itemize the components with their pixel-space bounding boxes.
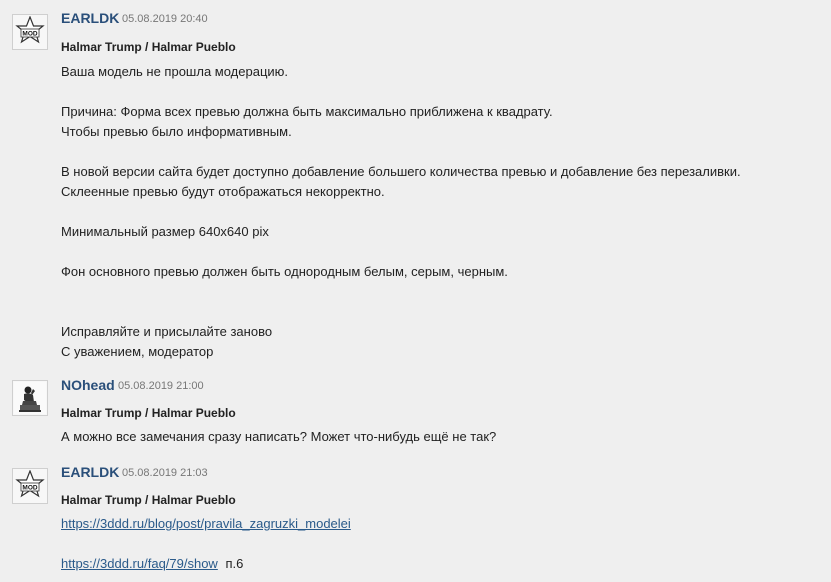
message-date: 05.08.2019 21:00 (118, 380, 204, 392)
message-line: https://3ddd.ru/blog/post/pravila_zagruz… (61, 514, 351, 534)
message-line: Склеенные превью будут отображаться неко… (61, 184, 385, 199)
message-line (61, 534, 351, 554)
message-body: https://3ddd.ru/blog/post/pravila_zagruz… (61, 514, 351, 574)
message-line: А можно все замечания сразу написать? Мо… (61, 429, 497, 444)
moderator-star-badge-icon: MOD (15, 16, 45, 44)
message-line (61, 82, 741, 102)
message-body: А можно все замечания сразу написать? Мо… (61, 427, 496, 447)
author-name[interactable]: EARLDK (61, 464, 119, 480)
thinker-statue-icon (14, 382, 46, 414)
faq-link-suffix: п.6 (225, 556, 244, 571)
message-line (61, 302, 741, 322)
avatar[interactable]: MOD (12, 468, 48, 504)
message-subject: Halmar Trump / Halmar Pueblo (61, 406, 236, 420)
message-line: Фон основного превью должен быть однород… (61, 264, 508, 279)
avatar-text: MOD (22, 485, 37, 492)
message-line: С уважением, модератор (61, 344, 214, 359)
message-subject: Halmar Trump / Halmar Pueblo (61, 40, 236, 54)
message-line (61, 202, 741, 222)
message-date: 05.08.2019 20:40 (122, 13, 208, 25)
message-line (61, 142, 741, 162)
avatar[interactable] (12, 380, 48, 416)
message-line: https://3ddd.ru/faq/79/show п.6 (61, 554, 351, 574)
message-line: Исправляйте и присылайте заново (61, 324, 273, 339)
moderator-star-badge-icon: MOD (15, 470, 45, 498)
message-body: Ваша модель не прошла модерацию. Причина… (61, 62, 741, 362)
blog-rules-link[interactable]: https://3ddd.ru/blog/post/pravila_zagruz… (61, 516, 351, 531)
avatar-text: MOD (22, 31, 37, 38)
message-line (61, 242, 741, 262)
message-line: Минимальный размер 640x640 pix (61, 224, 269, 239)
message-line: Чтобы превью было информативным. (61, 124, 292, 139)
message-date: 05.08.2019 21:03 (122, 467, 208, 479)
message-subject: Halmar Trump / Halmar Pueblo (61, 493, 236, 507)
message-line: В новой версии сайта будет доступно доба… (61, 164, 741, 179)
author-name[interactable]: NOhead (61, 377, 115, 393)
avatar[interactable]: MOD (12, 14, 48, 50)
message-line (61, 282, 741, 302)
author-name[interactable]: EARLDK (61, 10, 119, 26)
message-line: Причина: Форма всех превью должна быть м… (61, 104, 553, 119)
message-line: Ваша модель не прошла модерацию. (61, 64, 289, 79)
faq-link[interactable]: https://3ddd.ru/faq/79/show (61, 556, 218, 571)
